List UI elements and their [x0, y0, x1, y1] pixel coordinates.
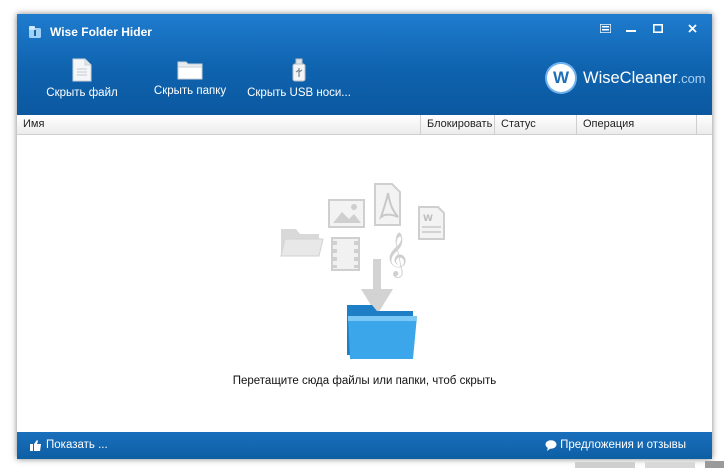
- speech-bubble-icon: [545, 439, 557, 451]
- document-icon: W: [418, 206, 445, 240]
- blue-folder-icon: [347, 305, 417, 359]
- drop-illustration: W 𝄞: [280, 183, 445, 359]
- window-title: Wise Folder Hider: [50, 25, 152, 39]
- wisecleaner-logo[interactable]: W WiseCleaner .com: [547, 64, 706, 92]
- menu-button[interactable]: [592, 20, 618, 37]
- film-icon: [331, 237, 360, 271]
- pdf-icon: [374, 183, 401, 226]
- menu-icon: [599, 24, 611, 33]
- status-bar: Показать ... Предложения и отзывы: [17, 432, 712, 459]
- feedback-label: Предложения и отзывы: [560, 439, 686, 451]
- maximize-icon: [653, 24, 663, 33]
- column-lock[interactable]: Блокировать: [421, 115, 495, 134]
- drop-area[interactable]: W 𝄞 Перетащите сюда файлы или папки, что…: [17, 135, 712, 432]
- thumbs-up-icon: [30, 439, 41, 451]
- hide-usb-label: Скрыть USB носи...: [247, 87, 351, 99]
- show-button[interactable]: Показать ...: [30, 439, 108, 451]
- show-label: Показать ...: [46, 439, 108, 451]
- column-status[interactable]: Статус: [495, 115, 577, 134]
- brand-domain: .com: [677, 70, 706, 86]
- hide-folder-button[interactable]: Скрыть папку: [151, 58, 229, 108]
- brand-logo-icon: W: [547, 64, 575, 92]
- image-icon: [328, 199, 365, 228]
- column-operation[interactable]: Операция: [577, 115, 697, 134]
- close-icon: [687, 24, 697, 33]
- hide-folder-label: Скрыть папку: [153, 85, 227, 97]
- hide-file-label: Скрыть файл: [46, 87, 118, 99]
- app-logo-icon: [29, 26, 41, 38]
- hide-file-button[interactable]: Скрыть файл: [46, 58, 118, 108]
- column-name[interactable]: Имя: [17, 115, 421, 134]
- close-button[interactable]: [679, 20, 705, 37]
- svg-text:W: W: [423, 214, 433, 224]
- music-icon: 𝄞: [385, 232, 407, 278]
- brand-name: WiseCleaner: [583, 68, 678, 87]
- folder-icon: [177, 61, 203, 80]
- column-header-row: Имя Блокировать Статус Операция: [17, 115, 712, 135]
- feedback-link[interactable]: Предложения и отзывы: [545, 439, 686, 451]
- drop-hint-text: Перетащите сюда файлы или папки, чтоб ск…: [232, 375, 497, 387]
- minimize-icon: [626, 30, 636, 32]
- file-icon: [72, 58, 92, 82]
- app-window: Wise Folder Hider Скрыть файл Скрыть пап…: [17, 14, 712, 459]
- hide-usb-button[interactable]: Скрыть USB носи...: [247, 58, 351, 108]
- maximize-button[interactable]: [645, 20, 671, 37]
- title-toolbar-area: Wise Folder Hider Скрыть файл Скрыть пап…: [17, 14, 712, 115]
- background-taskbar-fragment: [575, 461, 724, 468]
- minimize-button[interactable]: [618, 20, 644, 37]
- gray-folder-icon: [280, 229, 324, 257]
- usb-drive-icon: [292, 58, 306, 82]
